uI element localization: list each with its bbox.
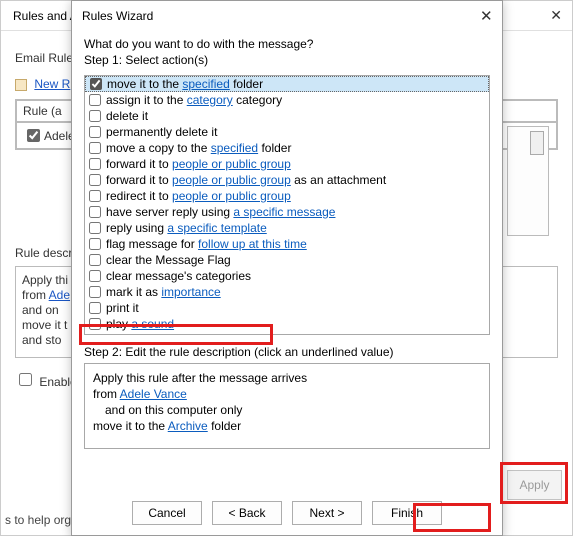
action-checkbox[interactable] <box>89 142 101 154</box>
action-label: print it <box>106 300 139 316</box>
action-label: assign it to the category category <box>106 92 282 108</box>
action-row[interactable]: reply using a specific template <box>85 220 489 236</box>
action-label: forward it to people or public group as … <box>106 172 386 188</box>
action-checkbox[interactable] <box>89 126 101 138</box>
action-label: play a sound <box>106 316 174 332</box>
action-param-link[interactable]: importance <box>161 285 220 299</box>
next-button[interactable]: Next > <box>292 501 362 525</box>
action-label: clear message's categories <box>106 268 251 284</box>
action-row[interactable]: delete it <box>85 108 489 124</box>
apply-button[interactable]: Apply <box>507 470 562 500</box>
new-icon <box>15 79 27 91</box>
action-param-link[interactable]: category <box>187 93 233 107</box>
action-checkbox[interactable] <box>89 302 101 314</box>
action-checkbox[interactable] <box>89 270 101 282</box>
action-row[interactable]: forward it to people or public group <box>85 156 489 172</box>
action-row[interactable]: mark it as read <box>85 332 489 335</box>
action-row[interactable]: flag message for follow up at this time <box>85 236 489 252</box>
action-checkbox[interactable] <box>89 94 101 106</box>
action-row[interactable]: permanently delete it <box>85 124 489 140</box>
action-checkbox[interactable] <box>89 110 101 122</box>
action-label: permanently delete it <box>106 124 217 140</box>
enable-checkbox[interactable] <box>19 373 32 386</box>
action-row[interactable]: forward it to people or public group as … <box>85 172 489 188</box>
action-row[interactable]: mark it as importance <box>85 284 489 300</box>
action-param-link[interactable]: follow up at this time <box>198 237 307 251</box>
action-label: redirect it to people or public group <box>106 188 291 204</box>
action-checkbox[interactable] <box>89 286 101 298</box>
action-checkbox[interactable] <box>89 174 101 186</box>
dialog-body: What do you want to do with the message?… <box>72 31 502 75</box>
folder-link[interactable]: Archive <box>168 419 208 433</box>
action-label: forward it to people or public group <box>106 156 291 172</box>
action-row[interactable]: print it <box>85 300 489 316</box>
rule-row-checkbox[interactable] <box>27 129 40 142</box>
action-label: mark it as read <box>106 332 185 335</box>
actions-list[interactable]: move it to the specified folderassign it… <box>84 75 490 335</box>
action-label: delete it <box>106 108 148 124</box>
action-param-link[interactable]: a sound <box>131 317 174 331</box>
action-param-link[interactable]: people or public group <box>172 173 291 187</box>
action-param-link[interactable]: specified <box>182 77 229 91</box>
wizard-question: What do you want to do with the message? <box>84 37 490 51</box>
action-row[interactable]: clear message's categories <box>85 268 489 284</box>
action-checkbox[interactable] <box>89 254 101 266</box>
bg-title: Rules and A <box>13 9 78 23</box>
action-param-link[interactable]: people or public group <box>172 189 291 203</box>
action-row[interactable]: move a copy to the specified folder <box>85 140 489 156</box>
adele-link[interactable]: Ade <box>49 288 70 302</box>
action-param-link[interactable]: people or public group <box>172 157 291 171</box>
desc-line3: and on this computer only <box>105 402 481 418</box>
action-param-link[interactable]: specified <box>211 141 258 155</box>
action-row[interactable]: clear the Message Flag <box>85 252 489 268</box>
rules-wizard-dialog: Rules Wizard ✕ What do you want to do wi… <box>71 0 503 536</box>
desc-line1: Apply this rule after the message arrive… <box>93 370 481 386</box>
action-label: flag message for follow up at this time <box>106 236 307 252</box>
step2-label: Step 2: Edit the rule description (click… <box>84 345 490 359</box>
action-label: move it to the specified folder <box>107 76 263 92</box>
help-text: s to help orga <box>5 513 78 527</box>
from-person-link[interactable]: Adele Vance <box>120 387 187 401</box>
new-rule-link[interactable]: New R <box>34 77 70 91</box>
wizard-buttons: Cancel < Back Next > Finish <box>72 501 502 525</box>
cancel-button[interactable]: Cancel <box>132 501 202 525</box>
step1-label: Step 1: Select action(s) <box>84 53 490 67</box>
action-checkbox[interactable] <box>89 238 101 250</box>
action-row[interactable]: redirect it to people or public group <box>85 188 489 204</box>
close-icon[interactable]: ✕ <box>550 7 562 24</box>
action-label: clear the Message Flag <box>106 252 231 268</box>
action-checkbox[interactable] <box>89 206 101 218</box>
dialog-title: Rules Wizard <box>82 9 153 23</box>
action-row[interactable]: play a sound <box>85 316 489 332</box>
action-param-link[interactable]: a specific template <box>167 221 266 235</box>
order-slider[interactable] <box>507 126 549 236</box>
finish-button[interactable]: Finish <box>372 501 442 525</box>
action-label: reply using a specific template <box>106 220 267 236</box>
action-checkbox[interactable] <box>89 158 101 170</box>
back-button[interactable]: < Back <box>212 501 282 525</box>
dialog-titlebar: Rules Wizard ✕ <box>72 1 502 31</box>
close-button[interactable]: ✕ <box>474 5 496 27</box>
action-checkbox[interactable] <box>89 334 101 335</box>
slider-thumb-icon[interactable] <box>530 131 544 155</box>
action-checkbox[interactable] <box>89 222 101 234</box>
action-label: have server reply using a specific messa… <box>106 204 335 220</box>
rule-description-box: Apply this rule after the message arrive… <box>84 363 490 449</box>
action-param-link[interactable]: a specific message <box>233 205 335 219</box>
action-row[interactable]: assign it to the category category <box>85 92 489 108</box>
action-checkbox[interactable] <box>89 318 101 330</box>
action-label: move a copy to the specified folder <box>106 140 291 156</box>
action-checkbox[interactable] <box>89 190 101 202</box>
action-checkbox[interactable] <box>90 78 102 90</box>
action-row[interactable]: have server reply using a specific messa… <box>85 204 489 220</box>
action-row[interactable]: move it to the specified folder <box>85 76 489 92</box>
action-label: mark it as importance <box>106 284 221 300</box>
